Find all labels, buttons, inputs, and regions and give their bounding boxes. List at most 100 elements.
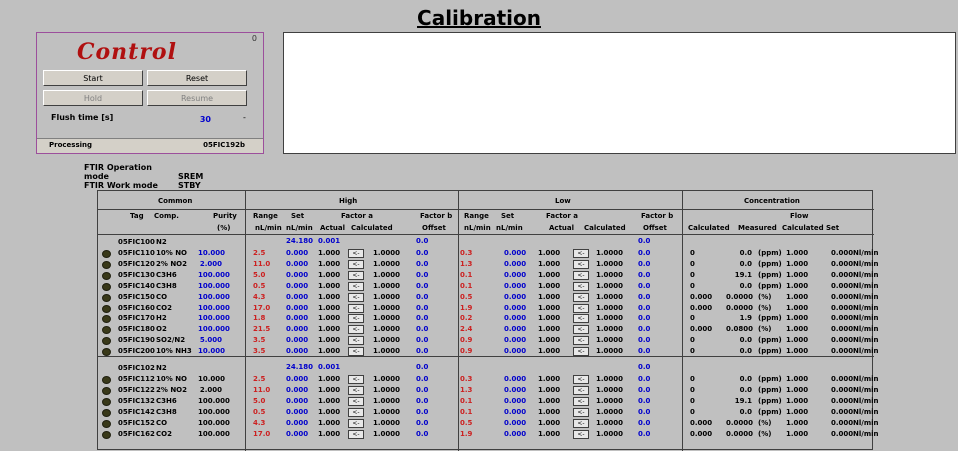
low-apply-arrow-button[interactable]: <-	[573, 249, 589, 258]
row-low-actual[interactable]: 1.000	[538, 325, 560, 333]
row-high-set[interactable]: 0.000	[286, 336, 308, 344]
row-high-set[interactable]: 0.000	[286, 408, 308, 416]
row-low-actual[interactable]: 1.000	[538, 419, 560, 427]
row-low-actual[interactable]: 1.000	[538, 304, 560, 312]
row-low-set[interactable]: 0.000	[504, 408, 526, 416]
resume-button[interactable]: Resume	[147, 90, 247, 106]
high-apply-arrow-button[interactable]: <-	[348, 336, 364, 346]
low-apply-arrow-button[interactable]: <-	[573, 347, 589, 357]
row-high-actual[interactable]: 1.000	[318, 325, 340, 333]
row-high-actual[interactable]: 1.000	[318, 249, 340, 257]
high-apply-arrow-button[interactable]: <-	[348, 259, 364, 269]
row-low-actual[interactable]: 1.000	[538, 347, 560, 355]
row-low-set[interactable]: 0.000	[504, 260, 526, 268]
row-high-actual[interactable]: 1.000	[318, 408, 340, 416]
high-apply-arrow-button[interactable]: <-	[348, 396, 364, 406]
low-apply-arrow-button[interactable]: <-	[573, 429, 589, 439]
row-low-actual[interactable]: 1.000	[538, 314, 560, 322]
row-low-set[interactable]: 0.000	[504, 293, 526, 301]
row-low-set[interactable]: 0.000	[504, 397, 526, 405]
row-low-actual[interactable]: 1.000	[538, 375, 560, 383]
row-low-actual[interactable]: 1.000	[538, 397, 560, 405]
high-apply-arrow-button[interactable]: <-	[348, 347, 364, 357]
row-low-set[interactable]: 0.000	[504, 304, 526, 312]
row-high-set[interactable]: 0.000	[286, 386, 308, 394]
low-apply-arrow-button[interactable]: <-	[573, 375, 589, 384]
row-high-set[interactable]: 0.000	[286, 293, 308, 301]
low-apply-arrow-button[interactable]: <-	[573, 336, 589, 346]
row-low-actual[interactable]: 1.000	[538, 282, 560, 290]
row-high-actual[interactable]: 1.000	[318, 260, 340, 268]
row-high-set[interactable]: 0.000	[286, 260, 308, 268]
row-low-actual[interactable]: 1.000	[538, 249, 560, 257]
row-high-set[interactable]: 0.000	[286, 325, 308, 333]
row-low-actual[interactable]: 1.000	[538, 430, 560, 438]
high-apply-arrow-button[interactable]: <-	[348, 292, 364, 302]
row-low-set[interactable]: 0.000	[504, 375, 526, 383]
high-apply-arrow-button[interactable]: <-	[348, 270, 364, 280]
row-high-actual[interactable]: 1.000	[318, 375, 340, 383]
high-apply-arrow-button[interactable]: <-	[348, 418, 364, 428]
row-high-set[interactable]: 0.000	[286, 314, 308, 322]
high-apply-arrow-button[interactable]: <-	[348, 314, 364, 324]
start-button[interactable]: Start	[43, 70, 143, 86]
high-apply-arrow-button[interactable]: <-	[348, 281, 364, 291]
row-low-actual[interactable]: 1.000	[538, 386, 560, 394]
row-high-actual[interactable]: 1.000	[318, 419, 340, 427]
row-low-actual[interactable]: 1.000	[538, 293, 560, 301]
group1-high-set[interactable]: 24.180	[286, 237, 313, 245]
row-high-set[interactable]: 0.000	[286, 249, 308, 257]
row-high-actual[interactable]: 1.000	[318, 347, 340, 355]
row-low-set[interactable]: 0.000	[504, 419, 526, 427]
row-low-set[interactable]: 0.000	[504, 325, 526, 333]
row-high-set[interactable]: 0.000	[286, 419, 308, 427]
hold-button[interactable]: Hold	[43, 90, 143, 106]
row-low-set[interactable]: 0.000	[504, 430, 526, 438]
row-high-set[interactable]: 0.000	[286, 375, 308, 383]
row-high-actual[interactable]: 1.000	[318, 397, 340, 405]
low-apply-arrow-button[interactable]: <-	[573, 418, 589, 428]
high-apply-arrow-button[interactable]: <-	[348, 325, 364, 335]
row-high-set[interactable]: 0.000	[286, 282, 308, 290]
row-high-set[interactable]: 0.000	[286, 271, 308, 279]
row-low-set[interactable]: 0.000	[504, 249, 526, 257]
high-apply-arrow-button[interactable]: <-	[348, 249, 364, 258]
row-high-set[interactable]: 0.000	[286, 304, 308, 312]
row-low-actual[interactable]: 1.000	[538, 260, 560, 268]
row-high-actual[interactable]: 1.000	[318, 314, 340, 322]
high-apply-arrow-button[interactable]: <-	[348, 303, 364, 313]
row-low-set[interactable]: 0.000	[504, 386, 526, 394]
row-low-set[interactable]: 0.000	[504, 347, 526, 355]
row-low-set[interactable]: 0.000	[504, 282, 526, 290]
row-low-set[interactable]: 0.000	[504, 314, 526, 322]
row-high-actual[interactable]: 1.000	[318, 336, 340, 344]
low-apply-arrow-button[interactable]: <-	[573, 270, 589, 280]
low-apply-arrow-button[interactable]: <-	[573, 292, 589, 302]
low-apply-arrow-button[interactable]: <-	[573, 303, 589, 313]
low-apply-arrow-button[interactable]: <-	[573, 314, 589, 324]
high-apply-arrow-button[interactable]: <-	[348, 429, 364, 439]
low-apply-arrow-button[interactable]: <-	[573, 407, 589, 417]
row-low-set[interactable]: 0.000	[504, 271, 526, 279]
row-high-actual[interactable]: 1.000	[318, 430, 340, 438]
flush-time-value[interactable]: 30	[177, 115, 211, 124]
high-apply-arrow-button[interactable]: <-	[348, 407, 364, 417]
group2-high-set[interactable]: 24.180	[286, 363, 313, 371]
row-high-actual[interactable]: 1.000	[318, 386, 340, 394]
reset-button[interactable]: Reset	[147, 70, 247, 86]
row-low-actual[interactable]: 1.000	[538, 271, 560, 279]
row-high-actual[interactable]: 1.000	[318, 282, 340, 290]
row-high-set[interactable]: 0.000	[286, 430, 308, 438]
row-low-actual[interactable]: 1.000	[538, 408, 560, 416]
row-low-set[interactable]: 0.000	[504, 336, 526, 344]
row-low-actual[interactable]: 1.000	[538, 336, 560, 344]
low-apply-arrow-button[interactable]: <-	[573, 325, 589, 335]
row-high-actual[interactable]: 1.000	[318, 293, 340, 301]
low-apply-arrow-button[interactable]: <-	[573, 385, 589, 395]
low-apply-arrow-button[interactable]: <-	[573, 281, 589, 291]
low-apply-arrow-button[interactable]: <-	[573, 396, 589, 406]
row-high-actual[interactable]: 1.000	[318, 271, 340, 279]
row-high-set[interactable]: 0.000	[286, 347, 308, 355]
row-high-set[interactable]: 0.000	[286, 397, 308, 405]
row-high-actual[interactable]: 1.000	[318, 304, 340, 312]
